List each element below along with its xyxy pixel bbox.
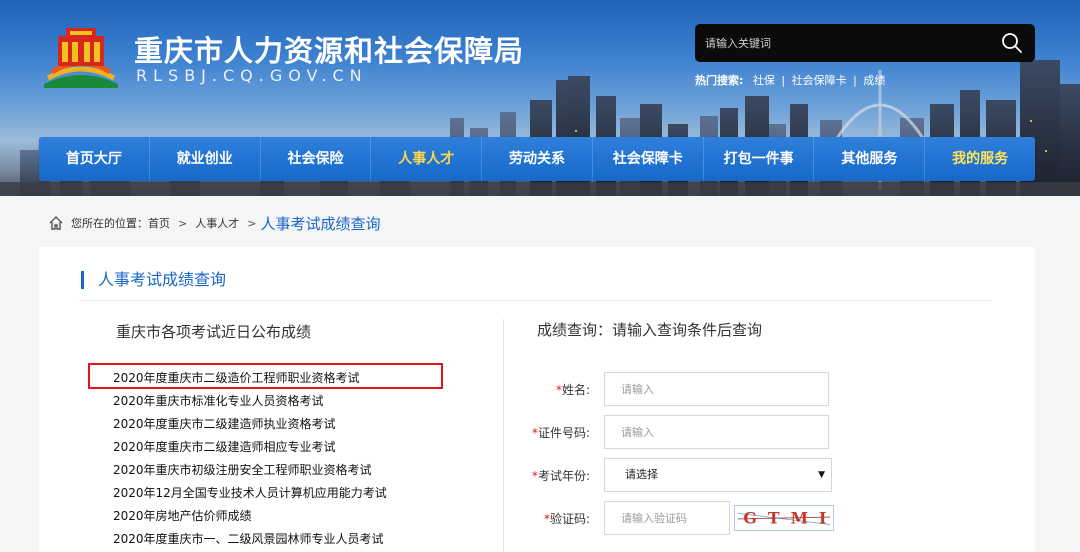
id-number-label-text: 证件号码: bbox=[537, 425, 590, 440]
breadcrumb-prefix: 您所在的位置： bbox=[71, 217, 148, 230]
dropdown-caret-icon: ▼ bbox=[818, 470, 825, 480]
id-number-input[interactable] bbox=[604, 415, 829, 449]
exam-list-item[interactable]: 2020年度重庆市二级建造师相应专业考试 bbox=[113, 436, 387, 459]
nav-item-personnel[interactable]: 人事人才 bbox=[371, 137, 483, 181]
nav-item-social-security-card[interactable]: 社会保障卡 bbox=[593, 137, 704, 181]
id-number-row: *证件号码: bbox=[504, 414, 829, 450]
nav-item-employment[interactable]: 就业创业 bbox=[150, 137, 261, 181]
hot-search-separator: | bbox=[781, 74, 786, 87]
nav-item-labor-relations[interactable]: 劳动关系 bbox=[482, 137, 593, 181]
exam-year-selected: 请选择 bbox=[625, 468, 658, 481]
site-title[interactable]: 重庆市人力资源和社会保障局 bbox=[134, 28, 524, 70]
exam-list-item[interactable]: 2020年度重庆市二级造价工程师职业资格考试 bbox=[113, 367, 387, 390]
captcha-label-text: 验证码: bbox=[549, 511, 590, 526]
breadcrumb-separator: > bbox=[247, 216, 257, 230]
captcha-image[interactable]: GTMI bbox=[734, 505, 834, 531]
nav-item-package-service[interactable]: 打包一件事 bbox=[704, 137, 815, 181]
exam-year-label-text: 考试年份: bbox=[537, 468, 590, 483]
exam-list-item[interactable]: 2020年度重庆市二级建造师执业资格考试 bbox=[113, 413, 387, 436]
captcha-input[interactable] bbox=[604, 501, 730, 535]
search-icon[interactable] bbox=[1001, 32, 1023, 54]
name-input[interactable] bbox=[604, 372, 829, 406]
name-label: *姓名: bbox=[504, 381, 604, 398]
exam-list-item[interactable]: 2020年12月全国专业技术人员计算机应用能力考试 bbox=[113, 482, 387, 505]
exam-list-item[interactable]: 2020年重庆市标准化专业人员资格考试 bbox=[113, 390, 387, 413]
nav-item-home[interactable]: 首页大厅 bbox=[39, 137, 150, 181]
exam-list-item[interactable]: 2020年度重庆市一、二级风景园林师专业人员考试 bbox=[113, 528, 387, 551]
breadcrumb-link-personnel[interactable]: 人事人才 bbox=[195, 215, 239, 231]
nav-item-my-services[interactable]: 我的服务 bbox=[925, 137, 1035, 181]
page-title: 人事考试成绩查询 bbox=[81, 271, 226, 289]
hot-search-separator: | bbox=[853, 74, 857, 87]
nav-item-social-insurance[interactable]: 社会保险 bbox=[261, 137, 372, 181]
hot-search-link[interactable]: 社会保障卡 bbox=[792, 74, 847, 87]
search-input[interactable] bbox=[705, 24, 990, 62]
exam-list-item[interactable]: 2020年房地产估价师成绩 bbox=[113, 505, 387, 528]
home-icon bbox=[49, 216, 63, 230]
site-domain: RLSBJ.CQ.GOV.CN bbox=[136, 66, 368, 85]
recent-results-heading: 重庆市各项考试近日公布成绩 bbox=[116, 323, 312, 341]
captcha-label: *验证码: bbox=[504, 510, 604, 527]
exam-year-select[interactable]: 请选择 ▼ bbox=[604, 458, 832, 492]
hot-search-link[interactable]: 成绩 bbox=[863, 74, 885, 87]
bureau-logo-icon bbox=[44, 28, 118, 88]
id-number-label: *证件号码: bbox=[504, 424, 604, 441]
score-query-panel: 成绩查询：请输入查询条件后查询 *姓名: *证件号码: *考试年份: 请选择 ▼… bbox=[504, 301, 1035, 552]
nav-item-other-services[interactable]: 其他服务 bbox=[814, 137, 926, 181]
hot-search-label: 热门搜索: bbox=[695, 74, 744, 87]
exam-year-row: *考试年份: 请选择 ▼ bbox=[504, 457, 832, 493]
name-row: *姓名: bbox=[504, 371, 829, 407]
exam-list-item[interactable]: 2020年重庆市初级注册安全工程师职业资格考试 bbox=[113, 459, 387, 482]
score-query-heading: 成绩查询：请输入查询条件后查询 bbox=[537, 321, 763, 339]
breadcrumb-separator: > bbox=[178, 216, 188, 230]
header-banner: 重庆市人力资源和社会保障局 RLSBJ.CQ.GOV.CN 热门搜索: 社保 |… bbox=[0, 0, 1080, 196]
hot-search-link[interactable]: 社保 bbox=[753, 74, 775, 87]
breadcrumb: 您所在的位置： 首页 > 人事人才 > 人事考试成绩查询 bbox=[48, 212, 380, 234]
breadcrumb-current: 人事考试成绩查询 bbox=[260, 214, 381, 233]
captcha-row: *验证码: GTMI bbox=[504, 500, 834, 536]
name-label-text: 姓名: bbox=[561, 382, 590, 397]
content-card: 人事考试成绩查询 重庆市各项考试近日公布成绩 2020年度重庆市二级造价工程师职… bbox=[39, 247, 1035, 552]
main-nav: 首页大厅 就业创业 社会保险 人事人才 劳动关系 社会保障卡 打包一件事 其他服… bbox=[39, 137, 1035, 181]
breadcrumb-link-home[interactable]: 首页 bbox=[148, 215, 170, 231]
captcha-text: GTMI bbox=[743, 509, 834, 528]
exam-list: 2020年度重庆市二级造价工程师职业资格考试 2020年重庆市标准化专业人员资格… bbox=[113, 367, 387, 551]
search-box bbox=[695, 24, 1035, 62]
hot-search: 热门搜索: 社保 | 社会保障卡 | 成绩 bbox=[695, 72, 885, 88]
recent-results-panel: 重庆市各项考试近日公布成绩 2020年度重庆市二级造价工程师职业资格考试 202… bbox=[39, 301, 503, 552]
exam-year-label: *考试年份: bbox=[504, 467, 604, 484]
